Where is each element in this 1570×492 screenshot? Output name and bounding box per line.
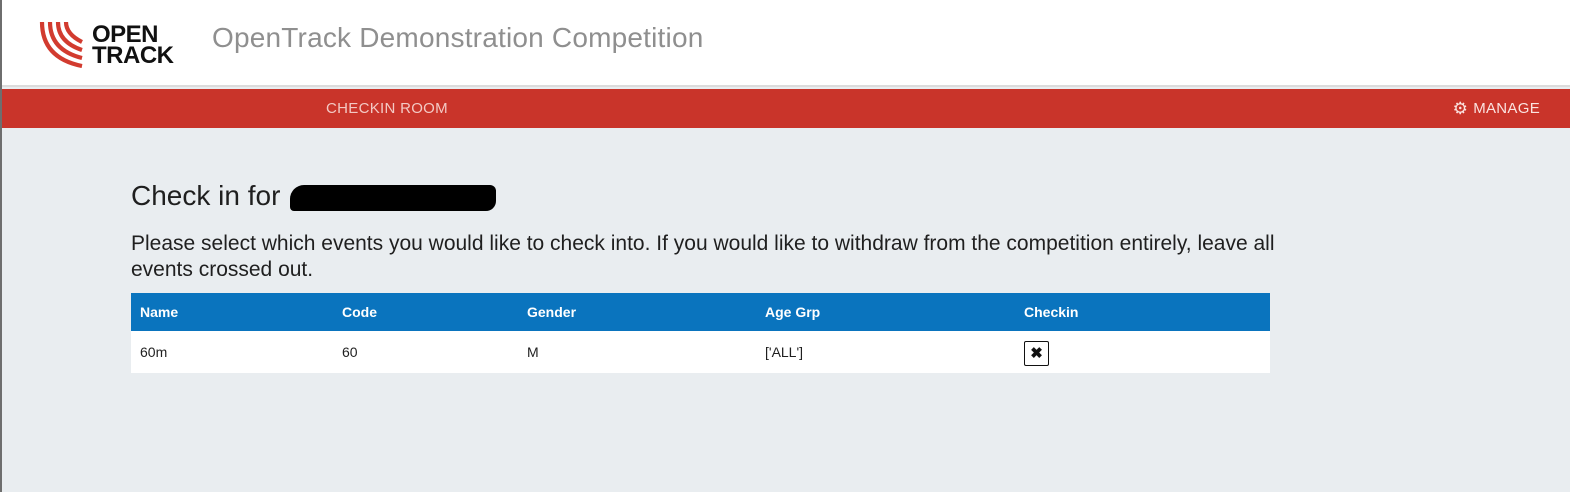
cell-checkin: ✖: [1015, 331, 1270, 373]
page-title: Check in for: [131, 180, 497, 212]
nav-bar: CHECKIN ROOM ⚙ MANAGE: [2, 89, 1570, 128]
table-header-row: Name Code Gender Age Grp Checkin: [131, 293, 1270, 331]
checkin-toggle-button[interactable]: ✖: [1024, 340, 1049, 366]
opentrack-logo[interactable]: OPEN TRACK: [38, 20, 178, 70]
logo-wordmark: OPEN TRACK: [92, 23, 174, 69]
column-header-code: Code: [333, 293, 518, 331]
instructions-text: Please select which events you would lik…: [131, 232, 1275, 281]
redacted-athlete-name: [290, 185, 497, 211]
nav-manage-label: MANAGE: [1473, 100, 1540, 117]
logo-line-track: TRACK: [92, 42, 174, 69]
column-header-checkin: Checkin: [1015, 293, 1270, 331]
events-table: Name Code Gender Age Grp Checkin 60m 60 …: [131, 293, 1270, 373]
site-header: OPEN TRACK OpenTrack Demonstration Compe…: [2, 0, 1570, 87]
cell-age-grp: ['ALL']: [765, 344, 804, 360]
nav-checkin-room[interactable]: CHECKIN ROOM: [326, 100, 448, 117]
competition-title[interactable]: OpenTrack Demonstration Competition: [212, 22, 704, 54]
gear-icon: ⚙: [1452, 99, 1469, 118]
app-frame: OPEN TRACK OpenTrack Demonstration Compe…: [0, 0, 1570, 492]
cell-gender: M: [527, 344, 539, 360]
page-title-text: Check in for: [131, 180, 281, 211]
cell-name: 60m: [140, 344, 168, 360]
column-header-name: Name: [131, 293, 333, 331]
column-header-gender: Gender: [518, 293, 756, 331]
cell-code: 60: [342, 344, 358, 360]
nav-manage[interactable]: ⚙ MANAGE: [1453, 100, 1540, 117]
column-header-age-grp: Age Grp: [756, 293, 1015, 331]
logo-arcs-icon: [39, 21, 83, 68]
close-icon: ✖: [1030, 345, 1043, 362]
table-row: 60m 60 M ['ALL'] ✖: [131, 331, 1270, 373]
